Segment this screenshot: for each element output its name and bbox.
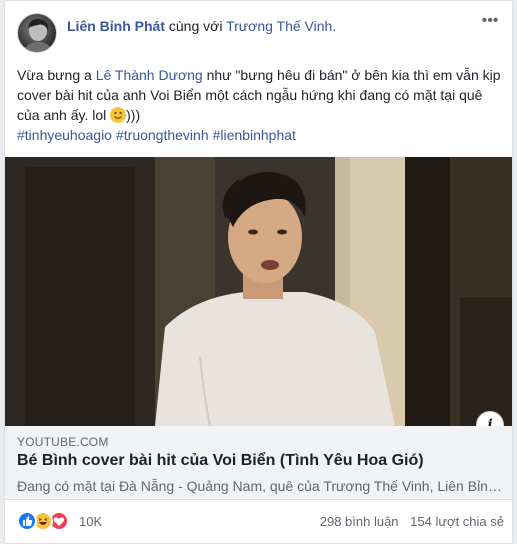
hashtag-link[interactable]: #tinhyeuhoagio: [17, 127, 112, 143]
smile-emoji-icon: [110, 107, 127, 123]
link-preview[interactable]: YOUTUBE.COM Bé Bình cover bài hit của Vo…: [5, 426, 512, 500]
tagged-user[interactable]: Trương Thế Vinh.: [226, 18, 336, 34]
author-name[interactable]: Liên Bỉnh Phát: [67, 18, 165, 34]
comment-count[interactable]: 298 bình luận: [320, 514, 399, 529]
header-line: Liên Bỉnh Phát cùng với Trương Thế Vinh.: [67, 18, 336, 34]
reaction-count[interactable]: 10K: [79, 514, 102, 529]
with-text: cùng với: [168, 18, 223, 34]
link-source: YOUTUBE.COM: [17, 435, 109, 449]
post-stats: 298 bình luận 154 lượt chia sẻ: [320, 514, 504, 529]
more-icon[interactable]: •••: [480, 13, 500, 29]
link-description: Đang có mặt tại Đà Nẵng - Quảng Nam, quê…: [17, 478, 505, 494]
post-card: Liên Bỉnh Phát cùng với Trương Thế Vinh.…: [4, 0, 513, 544]
post-header: Liên Bỉnh Phát cùng với Trương Thế Vinh.…: [17, 13, 500, 53]
like-icon: [17, 511, 37, 531]
share-count[interactable]: 154 lượt chia sẻ: [410, 514, 504, 529]
post-text: Vừa bưng a Lê Thành Dương như "bưng hêu …: [17, 65, 505, 125]
mention-link[interactable]: Lê Thành Dương: [96, 67, 203, 83]
post-text-part: Vừa bưng a: [17, 67, 96, 83]
hashtag-link[interactable]: #truongthevinh: [116, 127, 209, 143]
video-thumbnail[interactable]: [5, 157, 512, 426]
post-text-part: ))): [126, 107, 141, 123]
hashtag-link[interactable]: #lienbinhphat: [213, 127, 296, 143]
link-title[interactable]: Bé Bình cover bài hit của Voi Biển (Tình…: [17, 452, 424, 470]
hashtags: #tinhyeuhoagio #truongthevinh #lienbinhpha…: [17, 127, 300, 143]
avatar[interactable]: [17, 13, 57, 53]
post-footer: 10K 298 bình luận 154 lượt chia sẻ: [5, 505, 512, 539]
